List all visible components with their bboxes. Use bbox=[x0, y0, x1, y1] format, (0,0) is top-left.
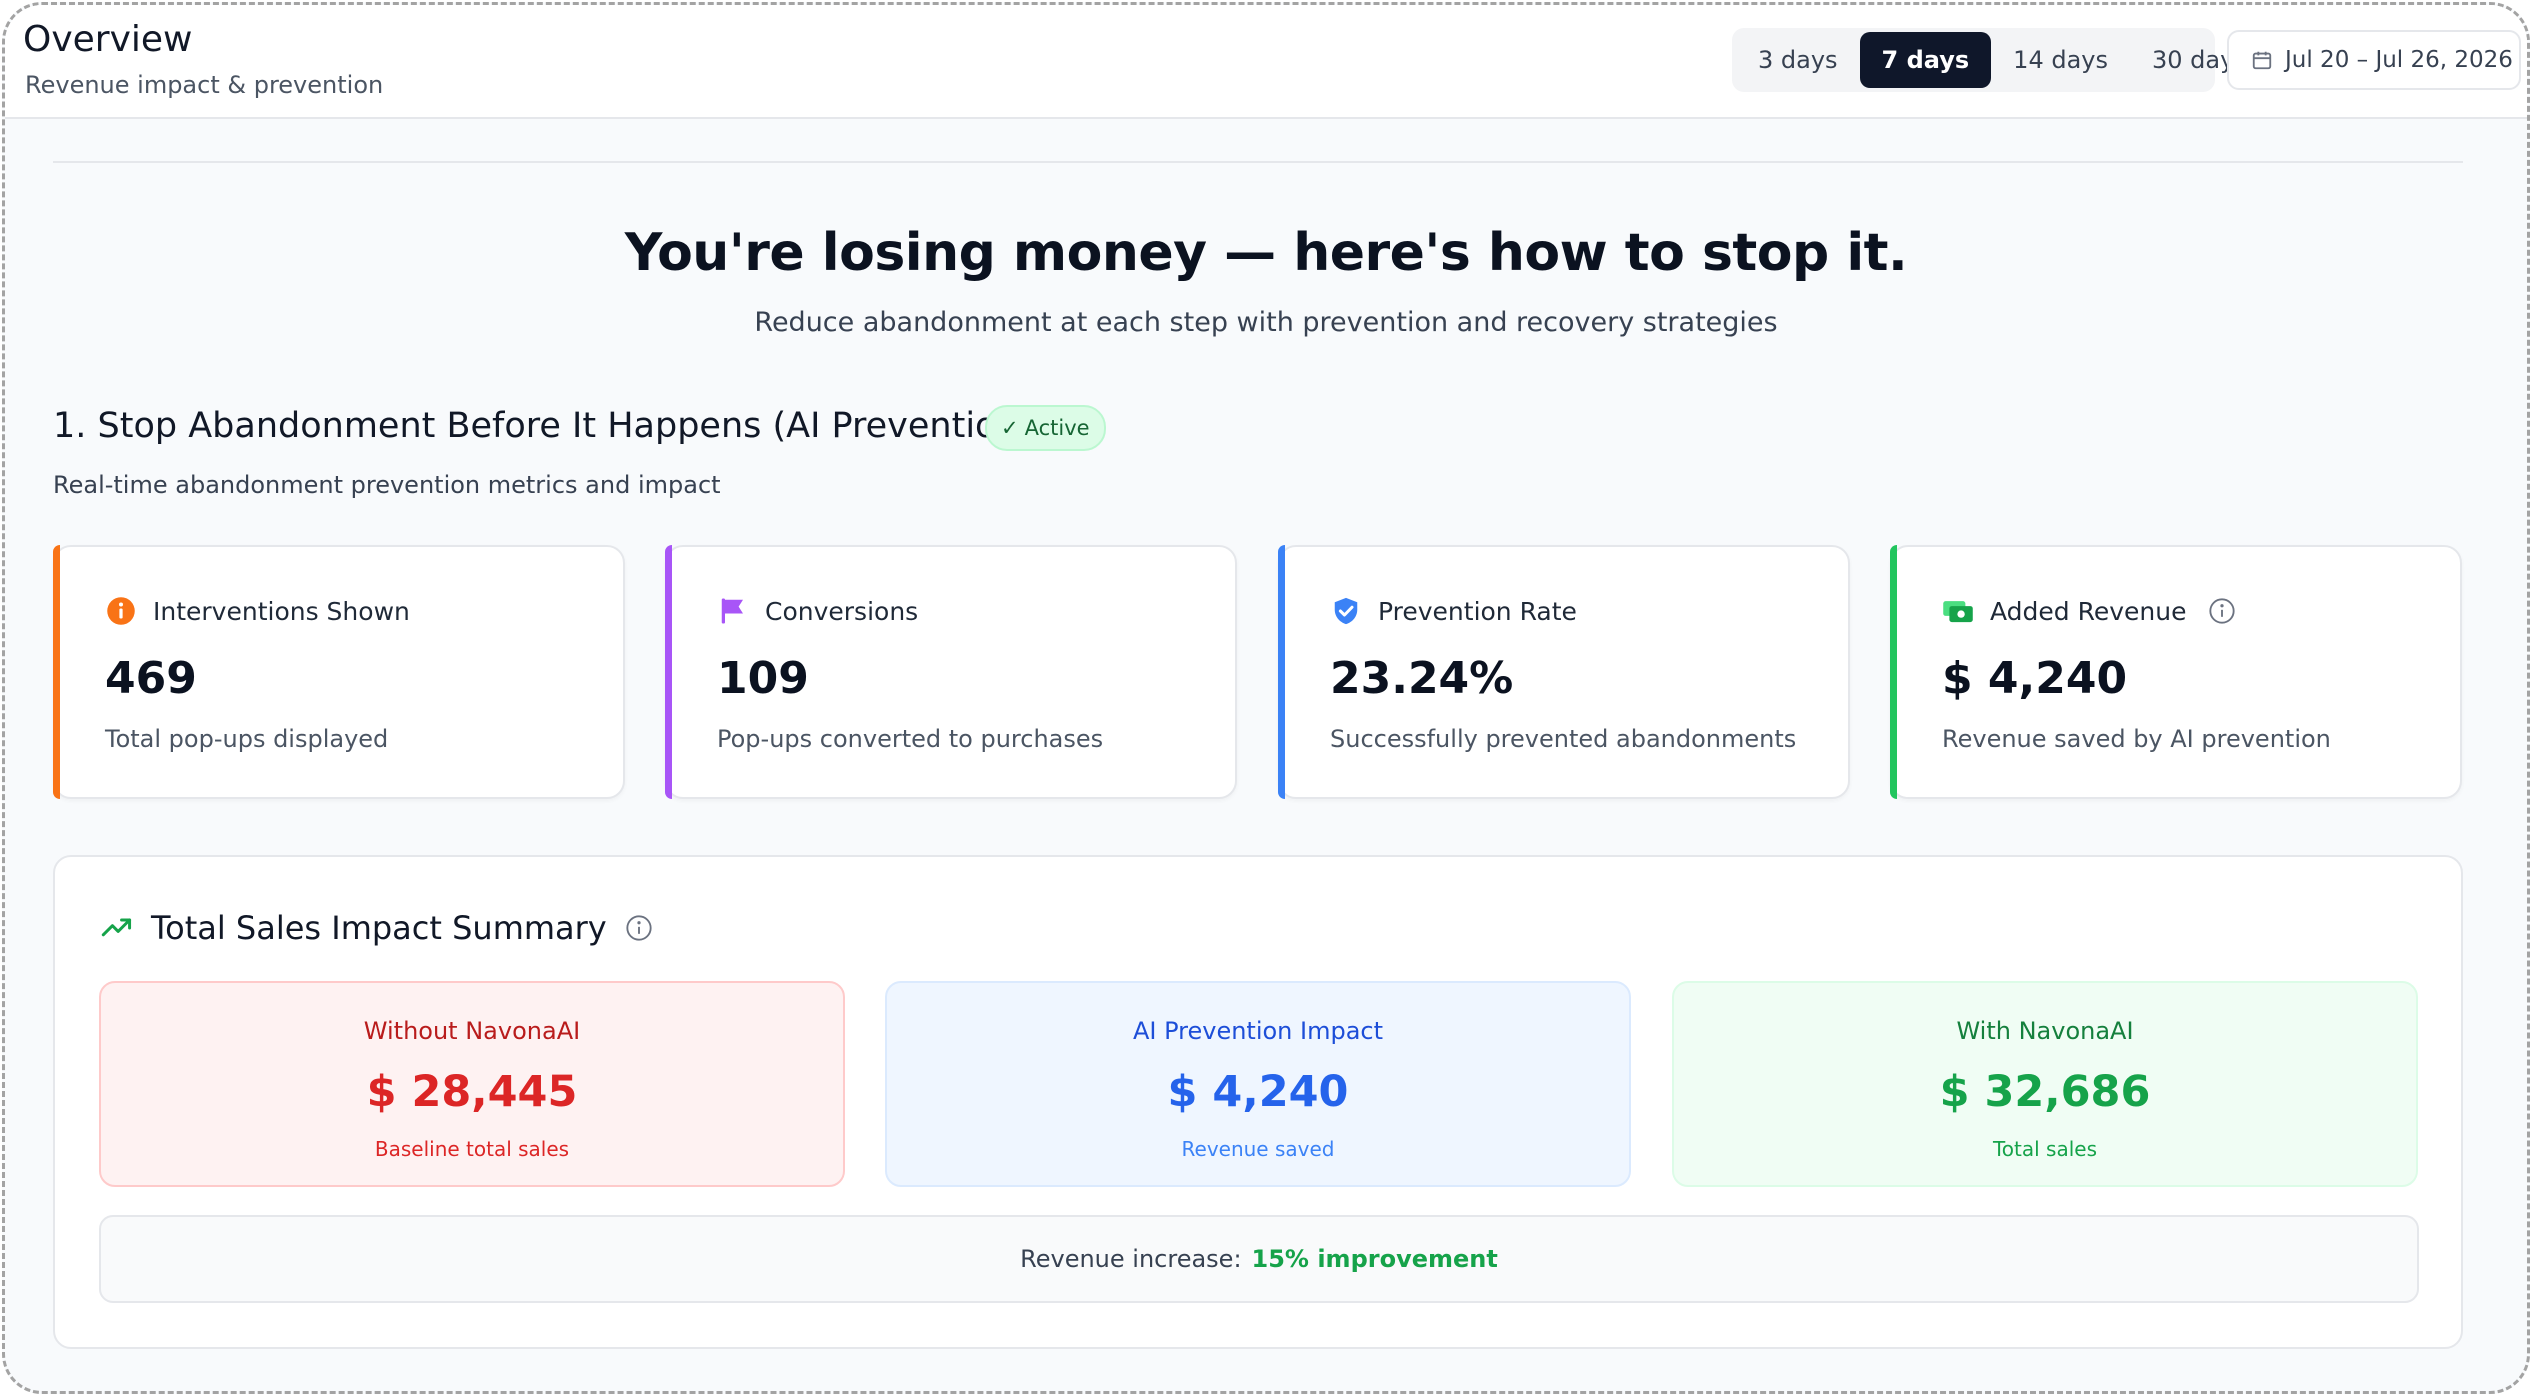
metric-value: 109 bbox=[717, 653, 809, 704]
without-navona-box: Without NavonaAI $ 28,445 Baseline total… bbox=[99, 981, 845, 1187]
page-title: Overview bbox=[23, 19, 193, 60]
page-subtitle: Revenue impact & prevention bbox=[25, 71, 384, 99]
summary-note: Total sales bbox=[1992, 1137, 2098, 1161]
revenue-increase-bar: Revenue increase: 15% improvement bbox=[99, 1215, 2419, 1303]
summary-value: $ 4,240 bbox=[1167, 1067, 1349, 1117]
section-title: 1. Stop Abandonment Before It Happens (A… bbox=[53, 406, 1033, 446]
range-7-days-button[interactable]: 7 days bbox=[1859, 32, 1992, 88]
metric-card-added-revenue: Added Revenue $ 4,240 Revenue saved by A… bbox=[1890, 545, 2462, 799]
metric-description: Total pop-ups displayed bbox=[105, 725, 389, 753]
metric-label: Conversions bbox=[765, 596, 919, 626]
money-icon bbox=[1942, 595, 1974, 627]
metric-description: Pop-ups converted to purchases bbox=[717, 725, 1104, 753]
summary-value: $ 28,445 bbox=[366, 1067, 578, 1117]
range-3-days-button[interactable]: 3 days bbox=[1736, 32, 1860, 88]
ai-prevention-impact-box: AI Prevention Impact $ 4,240 Revenue sav… bbox=[885, 981, 1631, 1187]
flag-icon bbox=[717, 595, 749, 627]
date-range-label: Jul 20 – Jul 26, 2026 bbox=[2285, 47, 2513, 73]
metric-description: Successfully prevented abandonments bbox=[1330, 725, 1797, 753]
app-frame: Overview Revenue impact & prevention 3 d… bbox=[2, 2, 2530, 1394]
info-icon[interactable] bbox=[2208, 597, 2236, 625]
revenue-increase-value: 15% improvement bbox=[1251, 1245, 1498, 1273]
top-header: Overview Revenue impact & prevention 3 d… bbox=[5, 5, 2527, 119]
metric-label: Prevention Rate bbox=[1378, 596, 1577, 626]
metric-value: $ 4,240 bbox=[1942, 653, 2128, 704]
summary-title: Total Sales Impact Summary bbox=[151, 909, 607, 947]
status-badge-label: Active bbox=[1024, 416, 1090, 440]
metric-value: 23.24% bbox=[1330, 653, 1514, 704]
info-icon[interactable] bbox=[625, 914, 653, 942]
metric-label: Added Revenue bbox=[1990, 596, 2187, 626]
revenue-increase-label: Revenue increase: bbox=[1020, 1245, 1242, 1273]
section-description: Real-time abandonment prevention metrics… bbox=[53, 471, 721, 499]
hero-subtitle: Reduce abandonment at each step with pre… bbox=[754, 307, 1778, 338]
divider bbox=[53, 161, 2463, 163]
check-icon: ✓ bbox=[1001, 416, 1019, 440]
metric-card-interventions: Interventions Shown 469 Total pop-ups di… bbox=[53, 545, 625, 799]
status-badge: ✓ Active bbox=[985, 405, 1106, 451]
shield-check-icon bbox=[1330, 595, 1362, 627]
summary-label: Without NavonaAI bbox=[363, 1017, 581, 1045]
metric-card-prevention-rate: Prevention Rate 23.24% Successfully prev… bbox=[1278, 545, 1850, 799]
metric-value: 469 bbox=[105, 653, 197, 704]
summary-label: AI Prevention Impact bbox=[1132, 1017, 1384, 1045]
metric-label: Interventions Shown bbox=[153, 596, 410, 626]
with-navona-box: With NavonaAI $ 32,686 Total sales bbox=[1672, 981, 2418, 1187]
hero-title: You're losing money — here's how to stop… bbox=[624, 223, 1908, 283]
date-range-toggle: 3 days 7 days 14 days 30 days bbox=[1732, 28, 2247, 92]
summary-note: Revenue saved bbox=[1181, 1137, 1335, 1161]
range-14-days-button[interactable]: 14 days bbox=[1991, 32, 2130, 88]
summary-note: Baseline total sales bbox=[374, 1137, 570, 1161]
metric-card-conversions: Conversions 109 Pop-ups converted to pur… bbox=[665, 545, 1237, 799]
sales-impact-summary: Total Sales Impact Summary Without Navon… bbox=[53, 855, 2463, 1349]
summary-label: With NavonaAI bbox=[1956, 1017, 2134, 1045]
metric-description: Revenue saved by AI prevention bbox=[1942, 725, 2331, 753]
date-picker-button[interactable]: Jul 20 – Jul 26, 2026 bbox=[2227, 30, 2521, 90]
trending-up-icon bbox=[101, 918, 132, 937]
summary-value: $ 32,686 bbox=[1939, 1067, 2151, 1117]
calendar-icon bbox=[2252, 51, 2272, 70]
info-circle-icon bbox=[105, 595, 137, 627]
